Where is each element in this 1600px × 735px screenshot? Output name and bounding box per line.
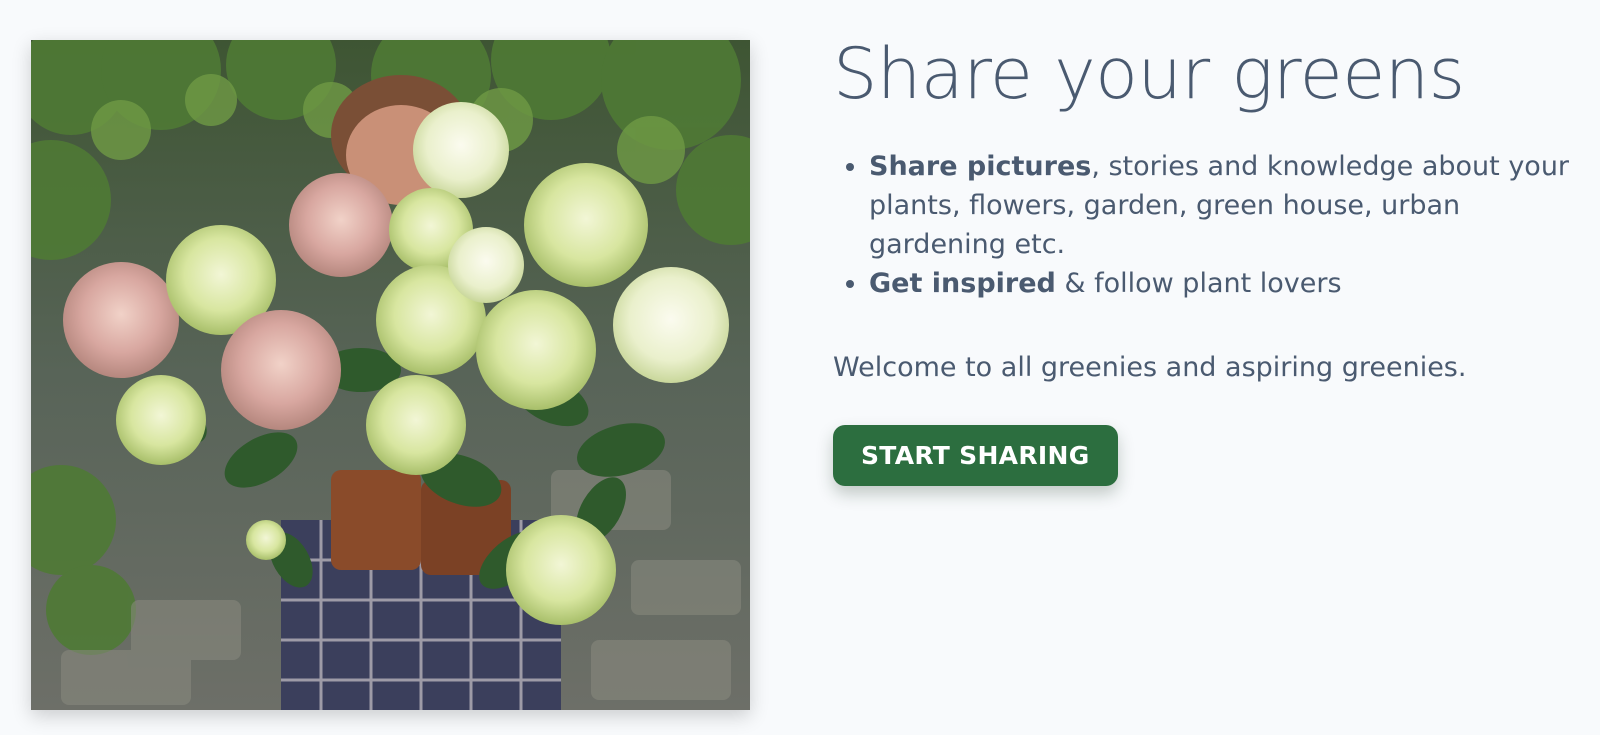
- start-sharing-button[interactable]: START SHARING: [833, 425, 1118, 486]
- hydrangea-photo-illustration: [31, 40, 750, 710]
- feature-item: Share pictures, stories and knowledge ab…: [869, 147, 1573, 264]
- feature-item-text: & follow plant lovers: [1055, 268, 1342, 299]
- hero-content: Share your greens Share pictures, storie…: [833, 36, 1573, 486]
- welcome-text: Welcome to all greenies and aspiring gre…: [833, 352, 1467, 383]
- feature-item-highlight: Share pictures: [869, 151, 1092, 182]
- hero-photo: [31, 40, 750, 710]
- feature-item-highlight: Get inspired: [869, 268, 1056, 299]
- feature-list: Share pictures, stories and knowledge ab…: [833, 147, 1573, 303]
- feature-item: Get inspired & follow plant lovers: [869, 264, 1573, 303]
- page-title: Share your greens: [833, 33, 1465, 115]
